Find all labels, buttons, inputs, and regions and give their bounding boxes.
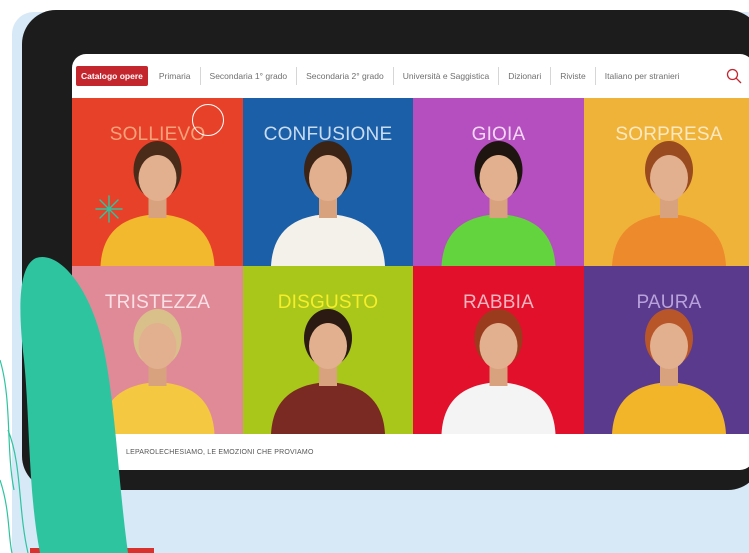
tile-rabbia[interactable]: RABBIA <box>413 266 584 434</box>
person-face <box>309 323 347 369</box>
person-shirt <box>612 382 726 434</box>
tile-confusione[interactable]: CONFUSIONE <box>243 98 413 266</box>
decorative-leaf <box>0 256 128 553</box>
tile-label: GIOIA <box>471 124 526 145</box>
search-icon[interactable] <box>726 68 742 84</box>
tile-paura[interactable]: PAURA <box>584 266 749 434</box>
nav-item-riviste[interactable]: Riviste <box>551 67 596 85</box>
person-shirt <box>441 382 556 434</box>
tile-label: CONFUSIONE <box>263 124 393 145</box>
nav-item-universita[interactable]: Università e Saggistica <box>394 67 500 85</box>
tablet-screen: Catalogo opere Primaria Secondaria 1° gr… <box>72 54 749 470</box>
tile-gioia[interactable]: GIOIA <box>413 98 584 266</box>
catalog-button[interactable]: Catalogo opere <box>76 65 148 87</box>
person-face <box>138 155 177 201</box>
emotions-grid: SOLLIEVO CONFUSIONE GIOIA SORPRESA TRIST… <box>72 98 749 434</box>
person-face <box>479 155 518 201</box>
tile-label: RABBIA <box>463 292 534 313</box>
caption-bar: LEPAROLECHESIAMO, LE EMOZIONI CHE PROVIA… <box>72 434 749 470</box>
person-face <box>309 155 347 201</box>
person-face <box>479 323 518 369</box>
person-shirt <box>612 214 726 266</box>
nav-item-italiano-stranieri[interactable]: Italiano per stranieri <box>596 67 689 85</box>
tile-sorpresa[interactable]: SORPRESA <box>584 98 749 266</box>
person-shirt <box>441 214 556 266</box>
nav-links: Primaria Secondaria 1° grado Secondaria … <box>150 67 689 85</box>
person-face <box>650 155 688 201</box>
person-shirt <box>271 214 385 266</box>
tile-label: PAURA <box>636 292 702 313</box>
tile-label: DISGUSTO <box>277 292 379 313</box>
nav-item-primaria[interactable]: Primaria <box>150 67 201 85</box>
nav-item-dizionari[interactable]: Dizionari <box>499 67 552 85</box>
person-shirt <box>271 382 385 434</box>
nav-item-secondaria-2[interactable]: Secondaria 2° grado <box>297 67 394 85</box>
nav-item-secondaria-1[interactable]: Secondaria 1° grado <box>201 67 298 85</box>
tile-disgusto[interactable]: DISGUSTO <box>243 266 413 434</box>
circle-outline-icon <box>192 104 224 136</box>
sparkle-icon <box>95 195 123 223</box>
person-face <box>650 323 688 369</box>
top-navigation: Catalogo opere Primaria Secondaria 1° gr… <box>72 54 749 98</box>
tile-label: SORPRESA <box>615 124 723 145</box>
